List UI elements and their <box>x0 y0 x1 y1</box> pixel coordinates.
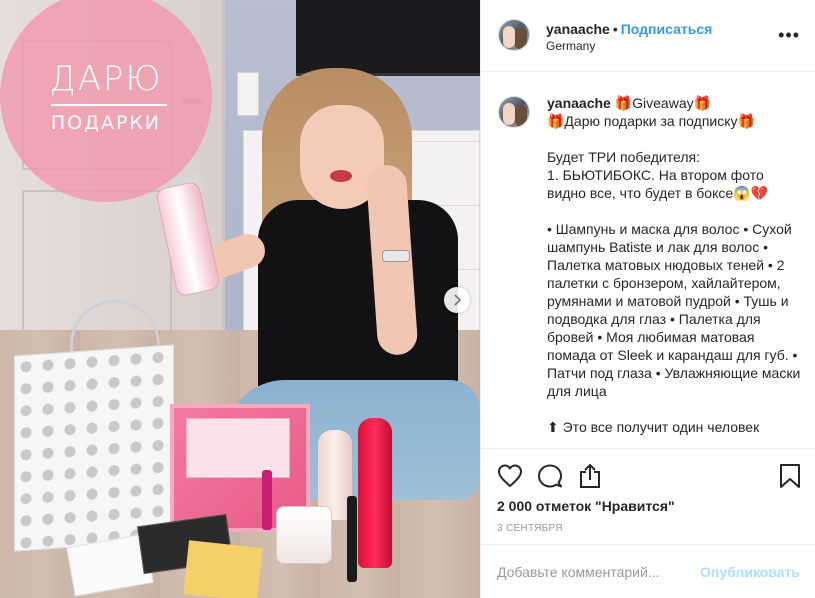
lip-pencil <box>347 496 357 582</box>
caption-text: yanaache 🎁Giveaway🎁 🎁Дарю подарки за под… <box>547 94 802 436</box>
avatar[interactable] <box>498 19 530 51</box>
makeup-box-insert <box>186 418 290 478</box>
avatar-person <box>503 26 515 48</box>
separator-dot: • <box>612 21 618 37</box>
mascara <box>262 470 272 530</box>
cream-jar <box>276 506 332 564</box>
comment-input[interactable] <box>497 561 697 583</box>
hairspray-can <box>358 418 392 568</box>
caption-body: 🎁Giveaway🎁 🎁Дарю подарки за подписку🎁 Бу… <box>547 95 801 435</box>
next-photo-button[interactable] <box>444 287 470 313</box>
avatar-person <box>515 105 527 127</box>
post-photo[interactable]: ДАРЮ ПОДАРКИ <box>0 0 480 598</box>
giveaway-badge: ДАРЮ ПОДАРКИ <box>0 0 212 202</box>
tv <box>296 0 480 76</box>
badge-subtitle: ПОДАРКИ <box>50 111 162 134</box>
share-icon[interactable] <box>577 463 603 489</box>
post-date[interactable]: 3 СЕНТЯБРЯ <box>497 523 563 534</box>
badge-rule <box>51 103 167 106</box>
heart-icon[interactable] <box>497 463 523 489</box>
location-link[interactable]: Germany <box>546 39 595 53</box>
caption-username[interactable]: yanaache <box>547 95 611 111</box>
gift-bag <box>14 344 174 552</box>
comment-bar: Опубликовать <box>481 544 815 598</box>
post-panel: yanaache • Подписаться Germany ••• yanaach… <box>480 0 815 598</box>
header-user-line: yanaache • Подписаться <box>546 21 712 37</box>
ellipsis-icon[interactable]: ••• <box>778 26 800 44</box>
dresser-drawer <box>414 141 480 203</box>
person-tshirt <box>258 200 458 395</box>
badge-title: ДАРЮ <box>49 58 163 99</box>
username-link[interactable]: yanaache <box>546 21 610 37</box>
smartwatch <box>382 250 410 262</box>
person-lips <box>330 170 352 182</box>
comment-icon[interactable] <box>537 463 563 489</box>
chevron-right-icon <box>454 294 462 306</box>
avatar-person <box>515 28 527 50</box>
face-mask-pack <box>183 540 263 598</box>
avatar[interactable] <box>498 96 530 128</box>
post-header: yanaache • Подписаться Germany ••• <box>481 0 815 72</box>
avatar-person <box>503 103 515 125</box>
actions-bar: 2 000 отметок "Нравится" 3 СЕНТЯБРЯ <box>481 448 815 544</box>
likes-count[interactable]: 2 000 отметок "Нравится" <box>497 498 675 514</box>
caption-area: yanaache 🎁Giveaway🎁 🎁Дарю подарки за под… <box>481 72 815 447</box>
post-comment-button[interactable]: Опубликовать <box>700 564 800 580</box>
bookmark-icon[interactable] <box>777 463 803 489</box>
follow-button[interactable]: Подписаться <box>621 21 713 37</box>
light-switch <box>237 72 259 116</box>
